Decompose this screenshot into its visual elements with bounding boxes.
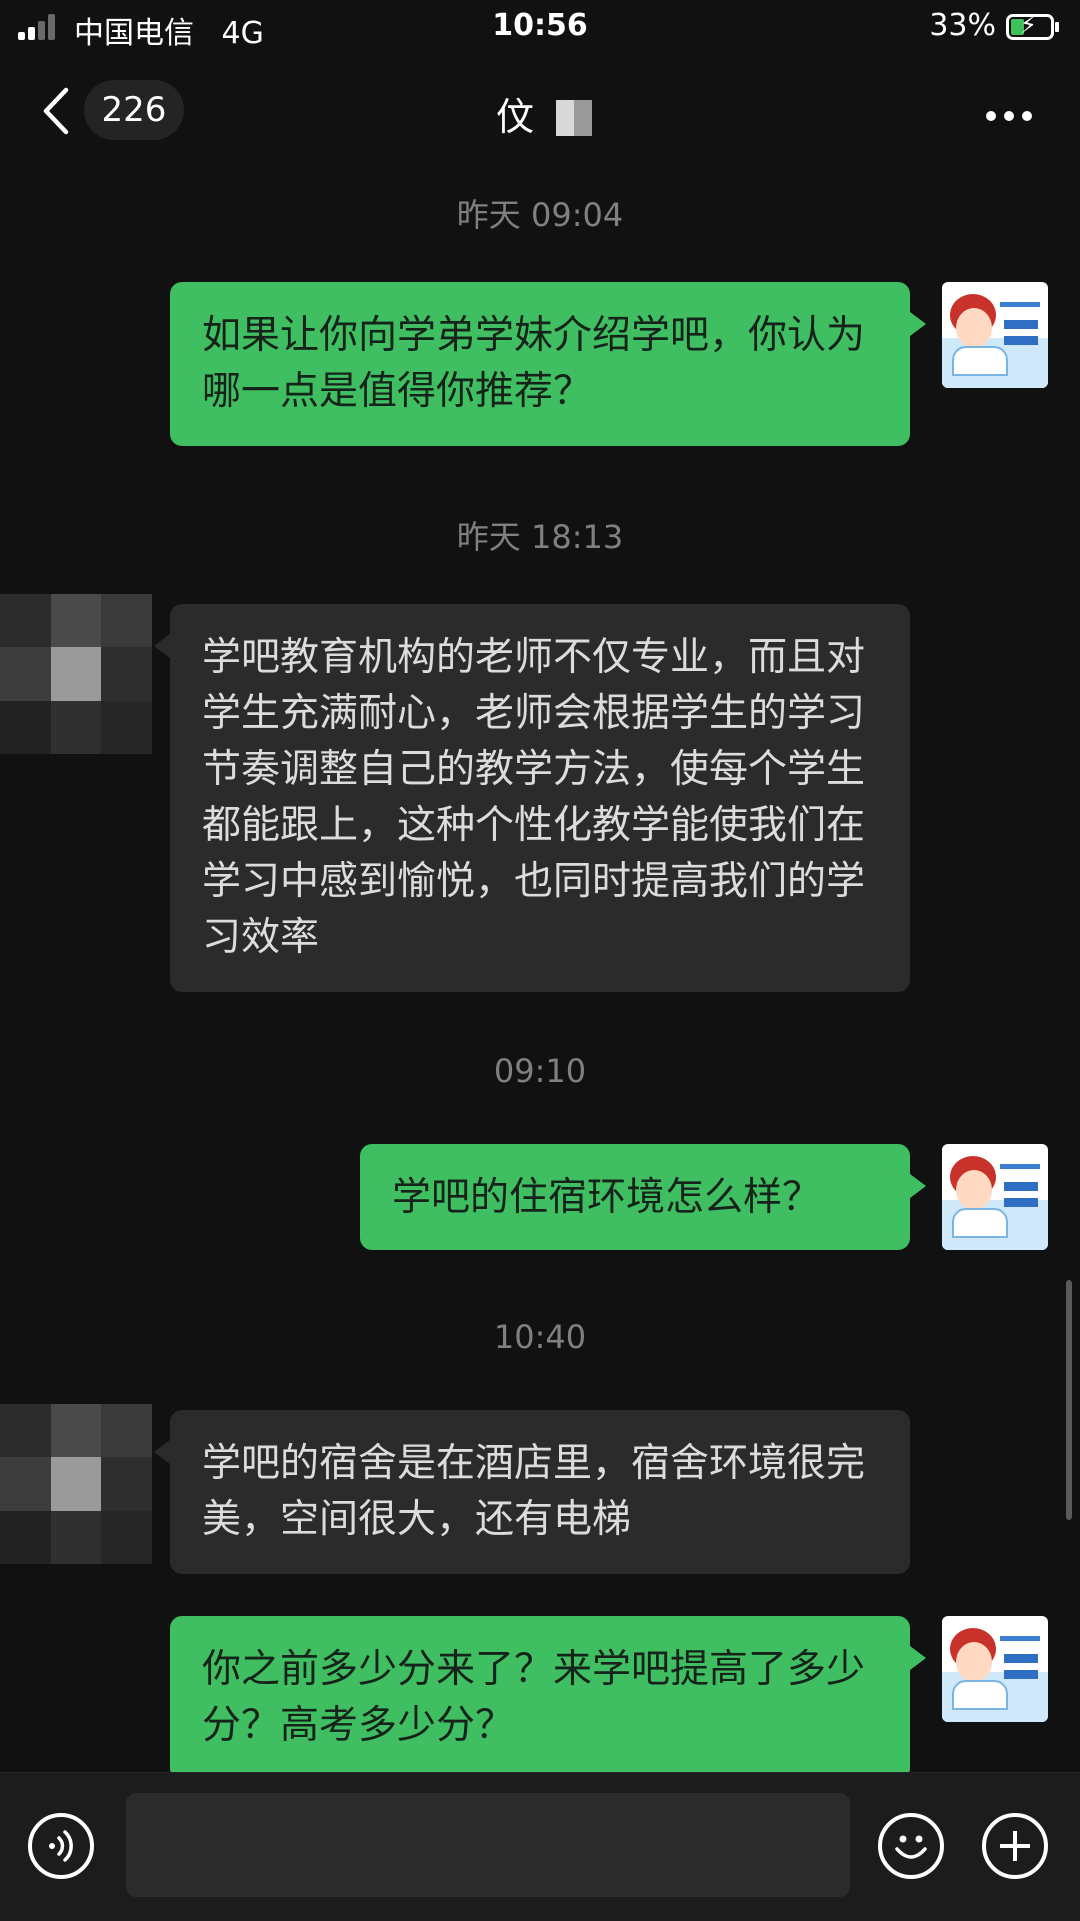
input-toolbar — [0, 1772, 1080, 1921]
plus-icon[interactable] — [982, 1813, 1048, 1879]
outgoing-message-bubble[interactable]: 学吧的住宿环境怎么样？ — [360, 1144, 926, 1250]
contact-avatar[interactable] — [0, 594, 152, 754]
contact-name: 伩 — [496, 95, 535, 139]
message-timestamp: 昨天 18:13 — [456, 518, 624, 556]
status-time: 10:56 — [492, 8, 588, 43]
outgoing-message-bubble[interactable]: 如果让你向学弟学妹介绍学吧，你认为哪一点是值得你推荐？ — [170, 282, 926, 446]
message-timestamp: 09:10 — [493, 1052, 587, 1090]
my-avatar[interactable] — [942, 1144, 1048, 1250]
my-avatar[interactable] — [942, 282, 1048, 388]
battery-percent: 33% — [929, 8, 996, 43]
chat-scrollbar[interactable] — [1066, 1280, 1072, 1520]
status-bar: 中国电信 4G 10:56 33% ⚡ — [0, 0, 1080, 56]
contact-avatar[interactable] — [0, 1404, 152, 1564]
charging-icon: ⚡ — [1020, 11, 1037, 39]
message-timestamp: 昨天 09:04 — [456, 196, 624, 234]
incoming-message-bubble[interactable]: 学吧的宿舍是在酒店里，宿舍环境很完美，空间很大，还有电梯 — [154, 1410, 910, 1574]
battery-icon: ⚡ — [1006, 11, 1059, 40]
my-avatar[interactable] — [942, 1616, 1048, 1722]
chevron-left-icon[interactable] — [38, 86, 78, 136]
more-dots-icon[interactable] — [978, 106, 1032, 125]
voice-icon[interactable] — [28, 1813, 94, 1879]
contact-name-mosaic — [556, 100, 592, 136]
message-input[interactable] — [126, 1793, 850, 1897]
incoming-message-bubble[interactable]: 学吧教育机构的老师不仅专业，而且对学生充满耐心，老师会根据学生的学习节奏调整自己… — [154, 604, 910, 992]
unread-count-badge[interactable]: 226 — [84, 80, 184, 140]
outgoing-message-bubble[interactable]: 你之前多少分来了？来学吧提高了多少分？高考多少分？ — [170, 1616, 926, 1780]
chat-header: 226 伩 — [0, 56, 1080, 166]
emoji-icon[interactable] — [878, 1813, 944, 1879]
message-timestamp: 10:40 — [493, 1318, 587, 1356]
